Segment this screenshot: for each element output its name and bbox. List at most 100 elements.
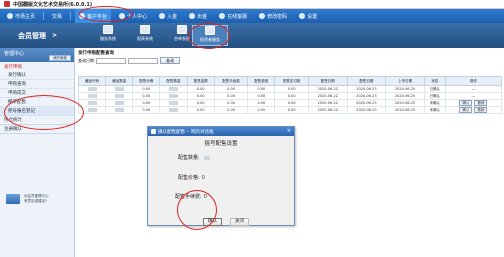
table-cell: [77, 99, 107, 107]
row-action-button[interactable]: 撤销: [474, 107, 488, 113]
nav-settings[interactable]: 设置: [295, 9, 321, 23]
col-header: 藏品代码: [77, 76, 107, 86]
table-cell: [105, 106, 134, 114]
table-cell: 0.00: [213, 106, 249, 114]
table-cell: 0.00: [247, 106, 276, 114]
table-cell: 0.00: [213, 92, 249, 100]
feedback-promo[interactable]: 对会员管理中心 有意见或建议?: [6, 190, 70, 208]
redacted-value: [203, 155, 210, 160]
tool-bar: [0, 23, 504, 48]
withdraw-icon: [189, 13, 196, 19]
table-cell: 0.00: [274, 85, 309, 93]
table-cell: 0.00: [186, 106, 215, 114]
support-icon: [219, 13, 226, 19]
tool-report-system[interactable]: 报表系统: [127, 25, 163, 46]
table-cell: 已确认: [423, 92, 446, 100]
date-end-input[interactable]: [128, 57, 158, 64]
table-cell: 0.00: [247, 92, 276, 100]
sidebar-item-subscribe-query[interactable]: 申购查询: [0, 80, 74, 89]
table-cell: 2020-06-22: [307, 85, 348, 93]
sidebar-item-issue-confirm[interactable]: 发行确认: [0, 71, 74, 80]
table-cell: 2020-06-23: [346, 99, 387, 107]
table-row: 0.00 0.00 0.00 0.00 0.00 2020-06-22 2020-06-23…: [77, 85, 503, 93]
col-header: 藏品数量: [105, 76, 134, 86]
table-cell: 0.00: [186, 92, 215, 100]
redacted-value: [169, 101, 179, 105]
table-cell: 2020-06-25: [385, 85, 425, 93]
table-cell: —: [444, 85, 503, 93]
sidebar-header: 管理中心 我的面板: [0, 48, 74, 62]
table-cell: 0.00: [213, 85, 249, 93]
annotation-circle: [188, 23, 230, 49]
table-cell: 2020-06-25: [385, 106, 425, 114]
table-cell: 2020-06-23: [346, 85, 387, 93]
table-cell: [159, 106, 188, 114]
nav-divider: [70, 12, 72, 20]
table-cell: [105, 92, 134, 100]
annotation-circle: [4, 95, 84, 130]
table-row: 0.00 0.00 0.00 0.00 0.00 2020-06-22 2020-06-23…: [77, 99, 503, 107]
close-button[interactable]: 关闭: [230, 218, 249, 226]
dialog-heading: 摇号配售设置: [204, 141, 238, 147]
nav-home[interactable]: 市场主页: [3, 9, 39, 23]
col-header: 配售日期: [346, 76, 387, 86]
col-header: 配售日期: [307, 76, 348, 86]
row-action-button[interactable]: 确认: [459, 100, 473, 106]
table-cell: 0.00: [186, 99, 215, 107]
col-header: 配售费用: [247, 76, 276, 86]
table-cell: 0.00: [274, 92, 309, 100]
table-cell: [77, 85, 107, 93]
redacted-value: [114, 94, 124, 98]
table-row: 0.00 0.00 0.00 0.00 0.00 2020-06-22 2020-06-23…: [77, 106, 503, 114]
nav-support[interactable]: 在线客服: [215, 9, 251, 23]
row-action-button[interactable]: 撤销: [474, 100, 488, 106]
dialog-icon: [151, 129, 156, 134]
nav-deposit[interactable]: 入金: [155, 9, 181, 23]
col-header: 配售价格: [132, 76, 161, 86]
table-cell: 未确认: [423, 99, 446, 107]
table-cell: [77, 92, 107, 100]
table-cell: 2020-06-25: [385, 99, 425, 107]
col-header: 配售手续费: [213, 76, 249, 86]
table-cell: 0.00: [274, 106, 309, 114]
table-cell: 2020-06-23: [346, 106, 387, 114]
table-cell: —: [444, 92, 503, 100]
deposit-icon: [159, 13, 166, 19]
redacted-value: [169, 87, 179, 91]
redacted-value: [114, 87, 124, 91]
window-title: 中国翻版文化艺术交易所(6.0.0.1): [13, 1, 93, 8]
table-cell: 未确认: [423, 106, 446, 114]
redacted-value: [114, 108, 124, 112]
row-action-button[interactable]: 确认: [459, 107, 473, 113]
table-cell: 0.00: [247, 85, 276, 93]
sidebar: 管理中心 我的面板 发行申购 发行确认 申购查询 申购成交 撤单配售 摇号报名登…: [0, 48, 75, 257]
close-icon[interactable]: ×: [287, 128, 291, 134]
table-cell: 0.00: [213, 99, 249, 107]
nav-trade[interactable]: 交易: [48, 9, 66, 23]
nav-withdraw[interactable]: 出金: [185, 9, 211, 23]
table-header-row: 藏品代码 藏品数量 配售价格 配售数量 配售金额 配售手续费 配售费用 配售实付…: [77, 76, 503, 86]
table-cell: 0.00: [132, 85, 161, 93]
sidebar-group-issue[interactable]: 发行申购: [0, 62, 74, 71]
page-title: 发行申购配售查询: [78, 51, 114, 56]
table-cell: 2020-06-22: [307, 99, 348, 107]
allotment-table: 藏品代码 藏品数量 配售价格 配售数量 配售金额 配售手续费 配售费用 配售实付…: [77, 76, 503, 114]
table-cell: 2020-06-23: [346, 92, 387, 100]
table-row: 0.00 0.00 0.00 0.00 0.00 2020-06-22 2020-06-23…: [77, 92, 503, 100]
tool-service-system[interactable]: 服务系统: [90, 25, 126, 46]
nav-change-password[interactable]: 修改密码: [255, 9, 291, 23]
chevron-right-icon: >: [51, 32, 58, 39]
table-cell: [159, 99, 188, 107]
date-start-input[interactable]: [96, 57, 126, 64]
my-panel-button[interactable]: 我的面板: [49, 55, 71, 61]
dialog-body: 摇号配售设置 配售数量: 配售价格: 0 配售手续费: 0 确认 关闭: [148, 136, 294, 227]
nav-divider: [43, 12, 45, 20]
redacted-value: [169, 108, 179, 112]
col-header: 配售数量: [159, 76, 188, 86]
table-cell: 确认 撤销: [444, 106, 503, 114]
table-cell: 2020-06-22: [307, 106, 348, 114]
report-icon: [140, 25, 150, 34]
query-button[interactable]: 查询: [160, 57, 180, 64]
home-icon: [7, 13, 13, 19]
col-header: 配售金额: [186, 76, 215, 86]
